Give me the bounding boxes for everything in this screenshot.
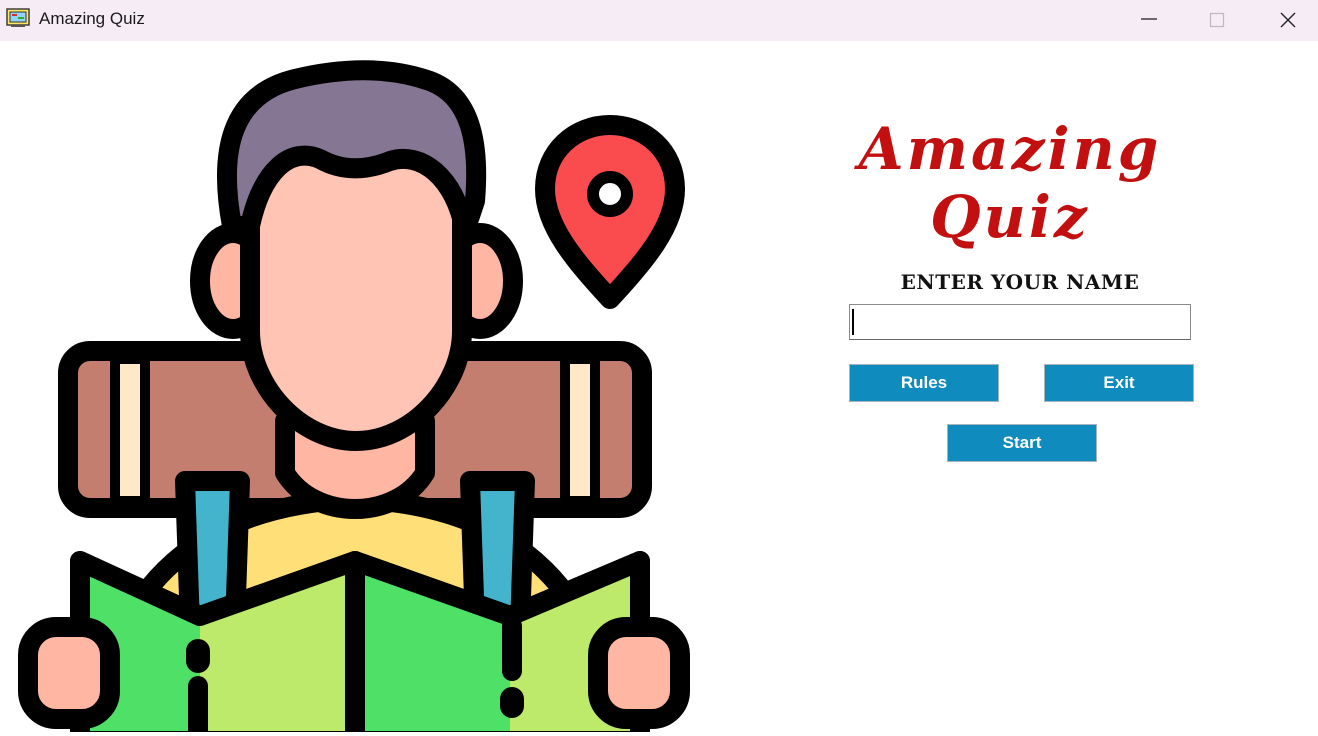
name-label: ENTER YOUR NAME [900,270,1140,294]
minimize-button[interactable] [1120,0,1178,41]
name-input[interactable] [849,304,1191,340]
minimize-icon [1141,18,1157,20]
window-titlebar: Amazing Quiz [0,0,1318,41]
traveler-illustration [0,41,720,736]
maximize-icon [1209,12,1225,28]
window-title: Amazing Quiz [39,9,145,28]
text-cursor [852,309,854,335]
exit-button[interactable]: Exit [1044,364,1194,402]
close-icon [1280,12,1296,28]
maximize-button[interactable] [1188,0,1246,41]
quiz-heading: Amazing Quiz [858,115,1162,251]
app-icon [6,8,30,28]
rules-button[interactable]: Rules [849,364,999,402]
start-button[interactable]: Start [947,424,1097,462]
close-button[interactable] [1259,0,1317,41]
